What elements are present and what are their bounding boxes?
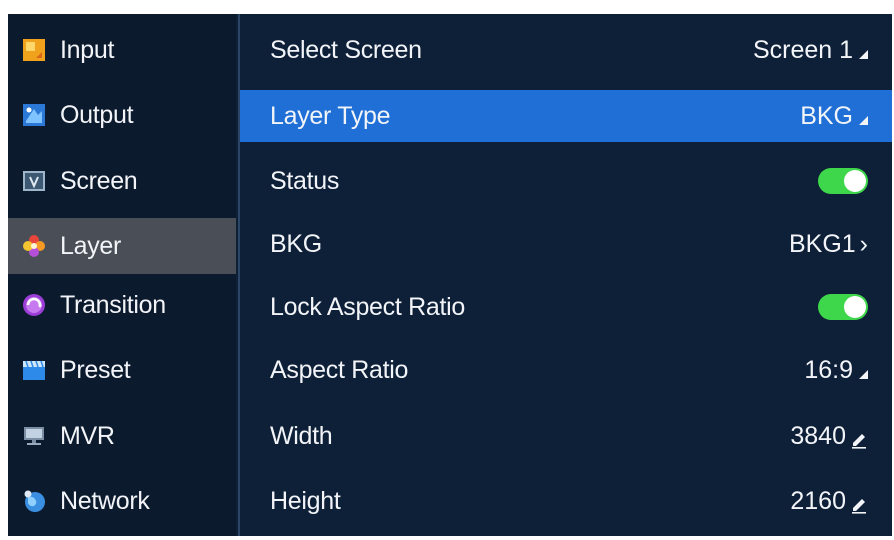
sidebar-item-mvr[interactable]: MVR bbox=[8, 408, 236, 464]
lock-aspect-ratio-toggle[interactable] bbox=[818, 294, 868, 320]
sidebar-item-screen[interactable]: Screen bbox=[8, 153, 236, 209]
sidebar-item-output[interactable]: Output bbox=[8, 87, 236, 143]
lock-aspect-ratio-label: Lock Aspect Ratio bbox=[270, 292, 466, 321]
preset-icon bbox=[22, 358, 46, 382]
sidebar-item-label: MVR bbox=[60, 421, 115, 450]
width-row[interactable]: Width 3840 bbox=[240, 408, 892, 464]
sidebar-item-label: Network bbox=[60, 486, 150, 515]
sidebar-item-network[interactable]: Network bbox=[8, 473, 236, 529]
edit-pencil-icon bbox=[850, 427, 868, 449]
status-label: Status bbox=[270, 166, 340, 195]
bkg-selector[interactable]: BKG1 › bbox=[789, 230, 868, 259]
width-value: 3840 bbox=[790, 421, 846, 450]
transition-icon bbox=[22, 293, 46, 317]
layer-type-label: Layer Type bbox=[270, 101, 391, 130]
screen-icon bbox=[22, 169, 46, 193]
status-toggle[interactable] bbox=[818, 168, 868, 194]
height-field[interactable]: 2160 bbox=[790, 487, 868, 516]
bkg-value: BKG1 bbox=[788, 229, 856, 258]
sidebar-item-preset[interactable]: Preset bbox=[8, 342, 236, 398]
layer-type-row[interactable]: Layer Type BKG bbox=[240, 90, 892, 142]
height-value: 2160 bbox=[790, 486, 846, 515]
input-icon bbox=[22, 38, 46, 62]
select-screen-row[interactable]: Select Screen Screen 1 bbox=[240, 22, 892, 78]
layer-type-dropdown[interactable]: BKG bbox=[800, 102, 868, 131]
network-icon bbox=[22, 489, 46, 513]
select-screen-dropdown[interactable]: Screen 1 bbox=[753, 36, 868, 65]
toggle-knob bbox=[844, 170, 866, 192]
select-screen-value: Screen 1 bbox=[752, 35, 853, 64]
aspect-ratio-dropdown[interactable]: 16:9 bbox=[804, 356, 868, 385]
layer-settings-panel: Select Screen Screen 1 Layer Type BKG St… bbox=[238, 14, 892, 536]
aspect-ratio-label: Aspect Ratio bbox=[270, 355, 409, 384]
sidebar-item-input[interactable]: Input bbox=[8, 22, 236, 78]
sidebar-item-label: Preset bbox=[60, 355, 131, 384]
sidebar: Input Output Screen Layer Transition Pre… bbox=[8, 14, 236, 536]
height-row[interactable]: Height 2160 bbox=[240, 473, 892, 529]
sidebar-item-label: Layer bbox=[60, 231, 122, 260]
sidebar-item-transition[interactable]: Transition bbox=[8, 277, 236, 333]
dropdown-triangle-icon bbox=[859, 369, 868, 379]
dropdown-triangle-icon bbox=[859, 115, 868, 125]
sidebar-item-label: Screen bbox=[60, 166, 138, 195]
sidebar-item-label: Output bbox=[60, 100, 134, 129]
layer-type-value: BKG bbox=[800, 101, 853, 130]
bkg-row[interactable]: BKG BKG1 › bbox=[240, 216, 892, 272]
dropdown-triangle-icon bbox=[859, 49, 868, 59]
width-label: Width bbox=[270, 421, 333, 450]
output-icon bbox=[22, 103, 46, 127]
sidebar-item-label: Transition bbox=[60, 290, 166, 319]
width-field[interactable]: 3840 bbox=[790, 422, 868, 451]
sidebar-item-label: Input bbox=[60, 35, 115, 64]
select-screen-label: Select Screen bbox=[270, 35, 422, 64]
bkg-label: BKG bbox=[270, 229, 322, 258]
edit-pencil-icon bbox=[850, 492, 868, 514]
aspect-ratio-row[interactable]: Aspect Ratio 16:9 bbox=[240, 342, 892, 398]
mvr-icon bbox=[22, 424, 46, 448]
toggle-knob bbox=[844, 296, 866, 318]
sidebar-item-layer[interactable]: Layer bbox=[8, 218, 236, 274]
aspect-ratio-value: 16:9 bbox=[804, 355, 853, 384]
height-label: Height bbox=[270, 486, 341, 515]
lock-aspect-ratio-row[interactable]: Lock Aspect Ratio bbox=[240, 279, 892, 335]
layer-icon bbox=[22, 234, 46, 258]
chevron-right-icon: › bbox=[859, 229, 868, 258]
device-screen: Input Output Screen Layer Transition Pre… bbox=[8, 14, 892, 536]
status-row[interactable]: Status bbox=[240, 153, 892, 209]
